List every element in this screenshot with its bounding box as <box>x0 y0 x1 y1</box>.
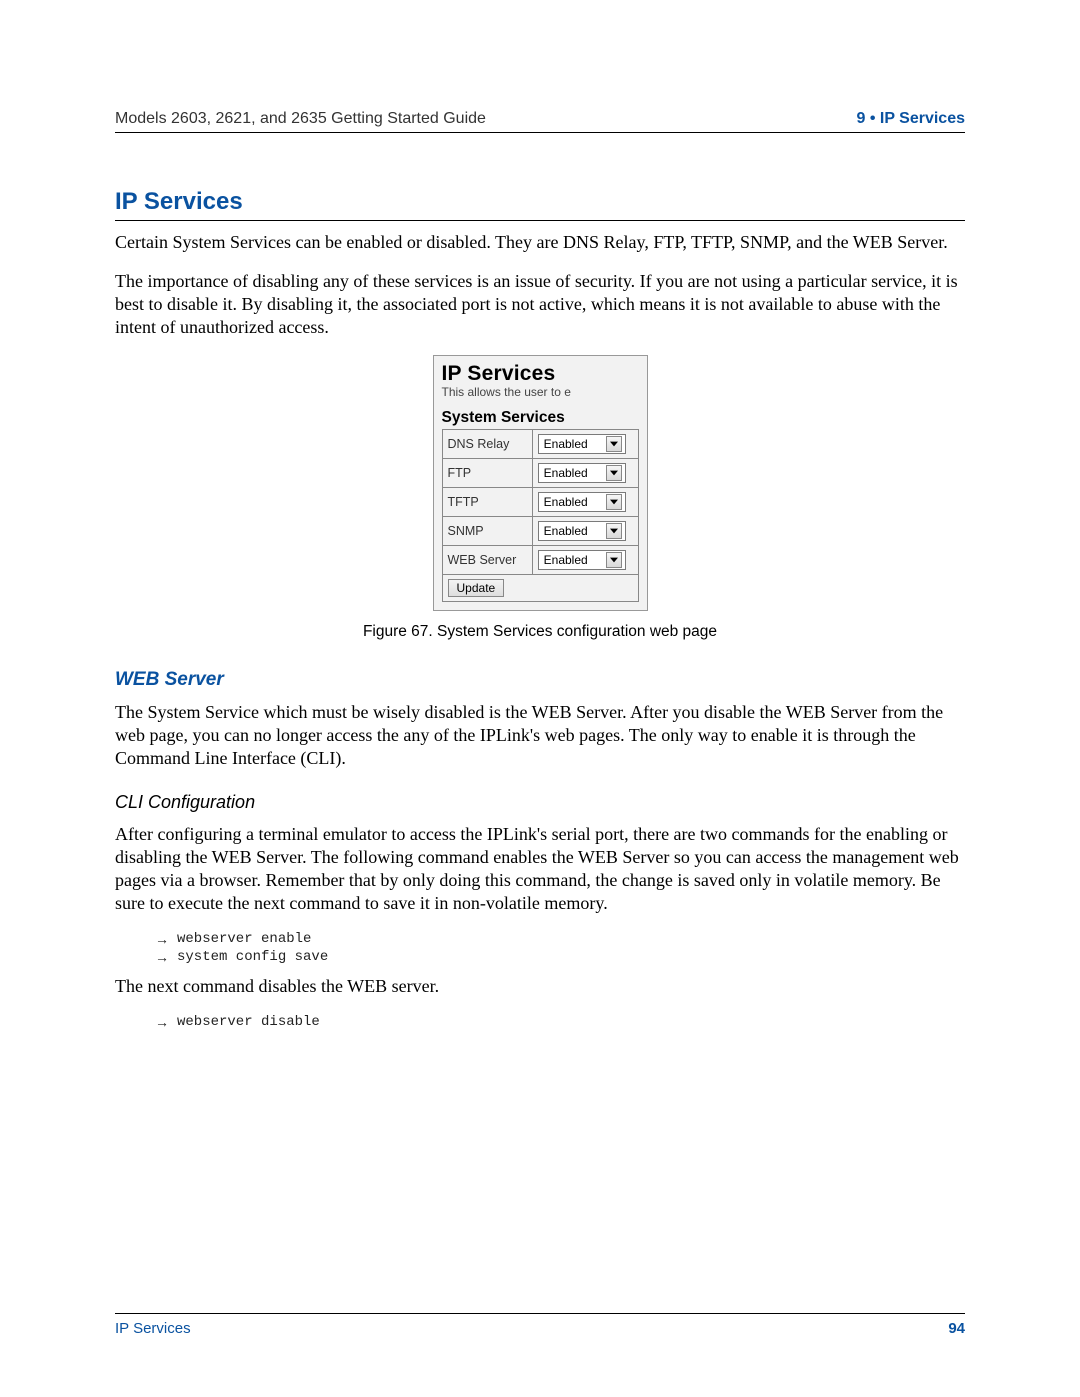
arrow-icon: → <box>155 949 169 965</box>
services-table: DNS Relay Enabled FTP <box>442 429 639 602</box>
web-server-select[interactable]: Enabled <box>538 550 626 570</box>
service-cell: Enabled <box>532 430 638 459</box>
command-block: → webserver disable <box>115 1014 965 1030</box>
heading-rule <box>115 220 965 221</box>
doc-title: Models 2603, 2621, and 2635 Getting Star… <box>115 110 486 128</box>
command-block: → webserver enable → system config save <box>115 931 965 965</box>
update-cell: Update <box>442 575 638 602</box>
section-heading: IP Services <box>115 188 965 216</box>
snmp-select[interactable]: Enabled <box>538 521 626 541</box>
paragraph: After configuring a terminal emulator to… <box>115 823 965 915</box>
subsubsection-heading: CLI Configuration <box>115 792 965 813</box>
table-row: SNMP Enabled <box>442 517 638 546</box>
arrow-icon: → <box>155 931 169 947</box>
update-button[interactable]: Update <box>448 579 505 597</box>
select-value: Enabled <box>544 466 588 480</box>
arrow-icon: → <box>155 1014 169 1030</box>
service-cell: Enabled <box>532 459 638 488</box>
chevron-down-icon <box>606 523 622 539</box>
command-text: webserver enable <box>177 931 311 947</box>
service-label: DNS Relay <box>442 430 532 459</box>
chevron-down-icon <box>606 465 622 481</box>
cli-command: → webserver enable <box>155 931 965 947</box>
service-label: TFTP <box>442 488 532 517</box>
select-value: Enabled <box>544 524 588 538</box>
cli-command: → system config save <box>155 949 965 965</box>
body-text: After configuring a terminal emulator to… <box>115 823 965 915</box>
panel-title: IP Services <box>442 362 639 386</box>
table-row: WEB Server Enabled <box>442 546 638 575</box>
select-value: Enabled <box>544 495 588 509</box>
page-number: 94 <box>948 1320 965 1337</box>
running-header: Models 2603, 2621, and 2635 Getting Star… <box>115 110 965 133</box>
chapter-label: 9 • IP Services <box>857 110 966 128</box>
body-text: The System Service which must be wisely … <box>115 701 965 770</box>
paragraph: The System Service which must be wisely … <box>115 701 965 770</box>
running-footer: IP Services 94 <box>115 1313 965 1337</box>
command-text: webserver disable <box>177 1014 320 1030</box>
figure-caption: Figure 67. System Services configuration… <box>363 623 717 641</box>
table-row: FTP Enabled <box>442 459 638 488</box>
paragraph: The next command disables the WEB server… <box>115 975 965 998</box>
figure-wrapper: IP Services This allows the user to e Sy… <box>115 355 965 641</box>
body-text: Certain System Services can be enabled o… <box>115 231 965 339</box>
table-row: DNS Relay Enabled <box>442 430 638 459</box>
ftp-select[interactable]: Enabled <box>538 463 626 483</box>
paragraph: Certain System Services can be enabled o… <box>115 231 965 254</box>
service-cell: Enabled <box>532 488 638 517</box>
command-text: system config save <box>177 949 328 965</box>
service-label: SNMP <box>442 517 532 546</box>
chevron-down-icon <box>606 494 622 510</box>
tftp-select[interactable]: Enabled <box>538 492 626 512</box>
service-cell: Enabled <box>532 517 638 546</box>
panel-subheader: System Services <box>442 409 639 427</box>
chevron-down-icon <box>606 436 622 452</box>
page: Models 2603, 2621, and 2635 Getting Star… <box>0 0 1080 1397</box>
cli-command: → webserver disable <box>155 1014 965 1030</box>
screenshot-panel: IP Services This allows the user to e Sy… <box>433 355 648 611</box>
select-value: Enabled <box>544 437 588 451</box>
table-row: Update <box>442 575 638 602</box>
panel-tagline: This allows the user to e <box>442 385 639 399</box>
service-cell: Enabled <box>532 546 638 575</box>
select-value: Enabled <box>544 553 588 567</box>
dns-relay-select[interactable]: Enabled <box>538 434 626 454</box>
footer-section: IP Services <box>115 1320 191 1337</box>
subsection-heading: WEB Server <box>115 669 965 691</box>
service-label: FTP <box>442 459 532 488</box>
chevron-down-icon <box>606 552 622 568</box>
table-row: TFTP Enabled <box>442 488 638 517</box>
service-label: WEB Server <box>442 546 532 575</box>
body-text: The next command disables the WEB server… <box>115 975 965 998</box>
paragraph: The importance of disabling any of these… <box>115 270 965 339</box>
